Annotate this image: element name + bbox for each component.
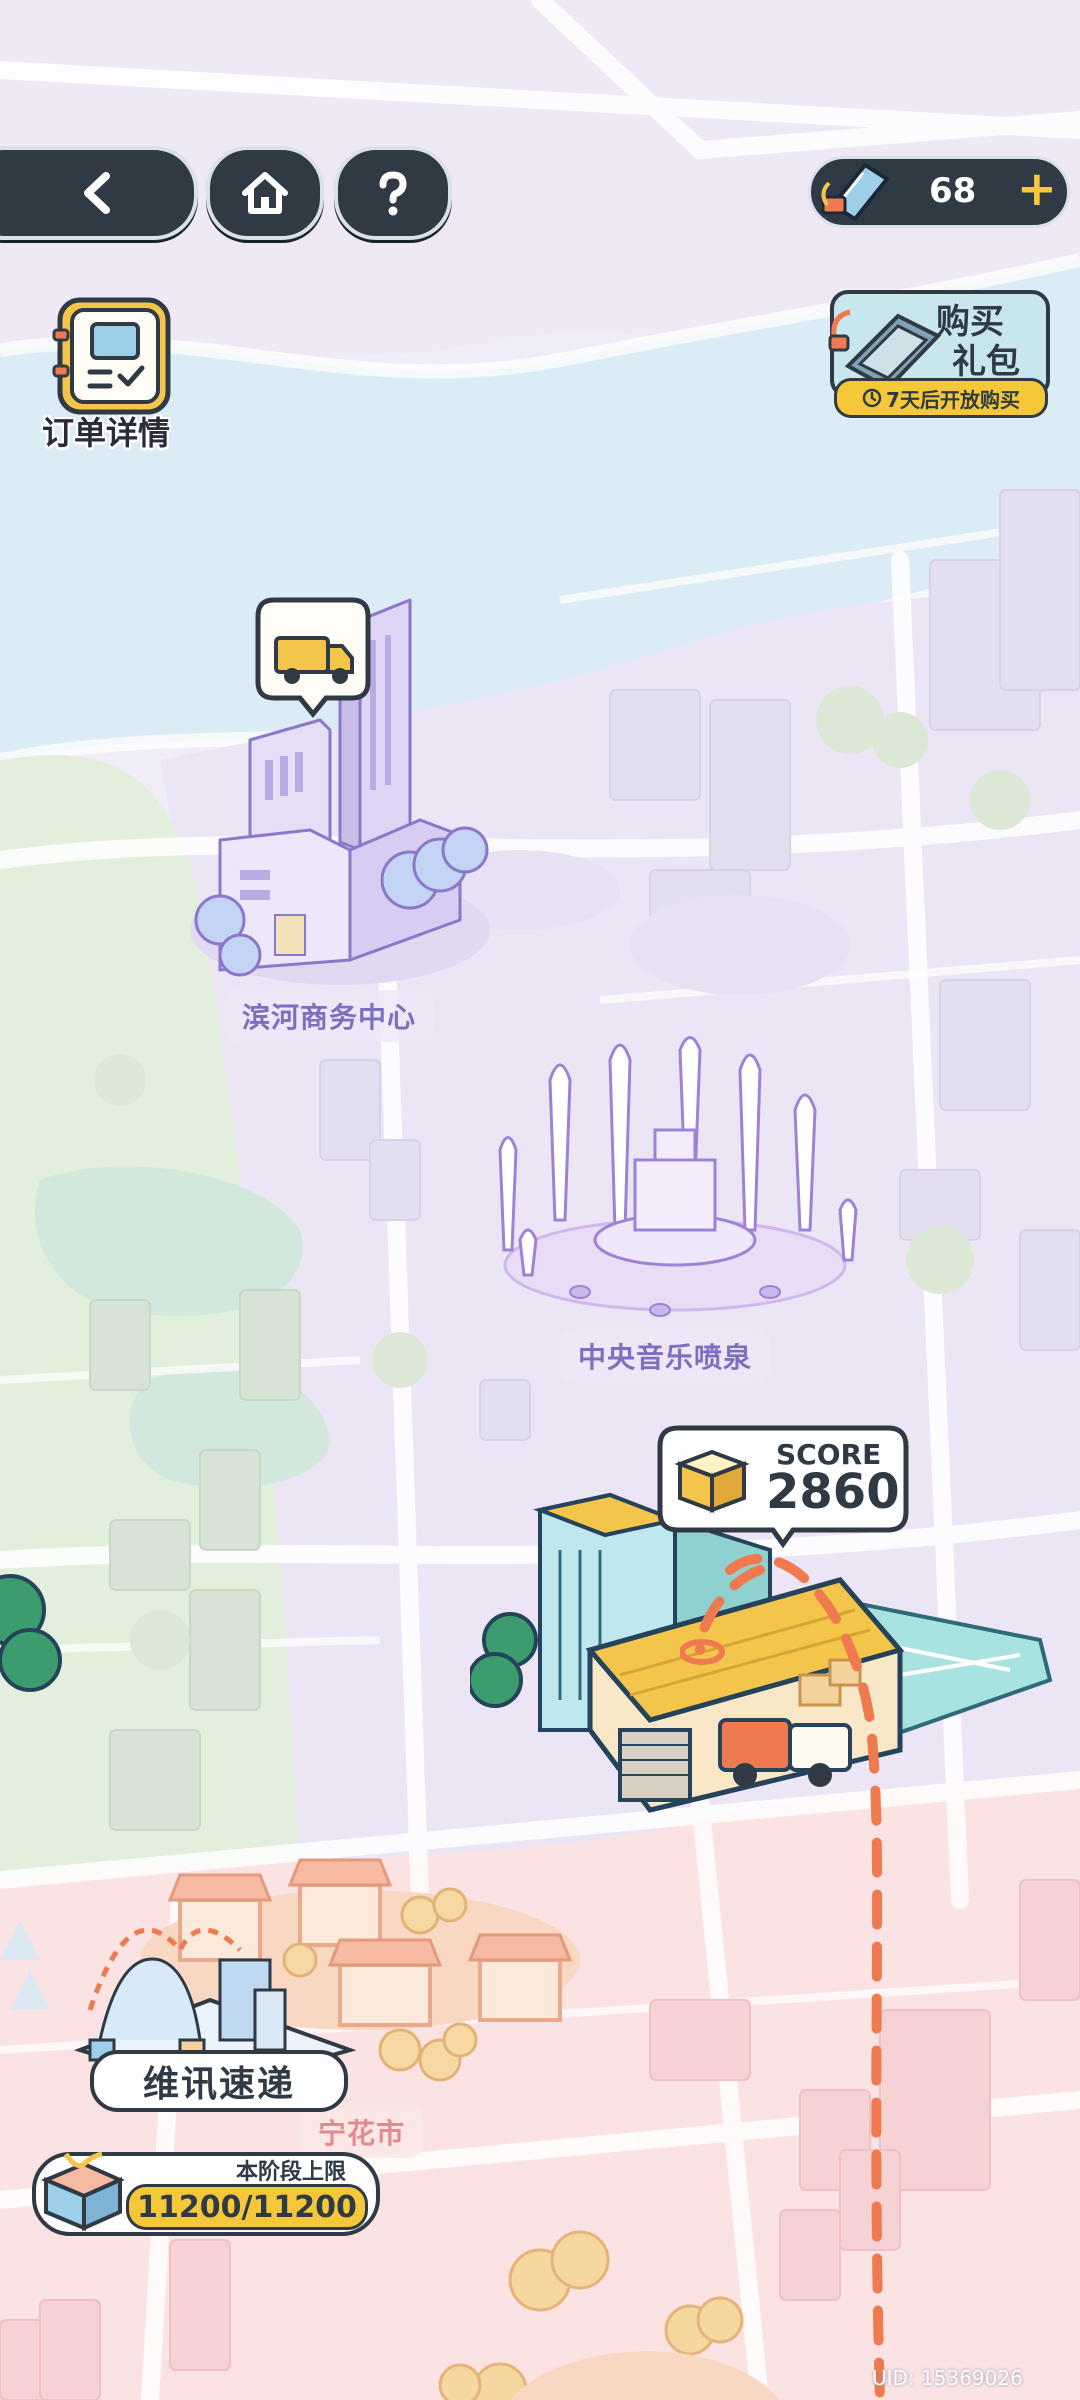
fountain-label: 中央音乐喷泉 (560, 1330, 771, 1382)
gift-pack-button[interactable]: 购买 礼包 7天后开放购买 (820, 288, 1052, 418)
order-details-label: 订单详情 (42, 414, 171, 452)
clock-icon (862, 388, 882, 408)
help-button[interactable] (334, 146, 452, 240)
gift-box-icon (40, 2151, 125, 2232)
company-panel[interactable]: 维讯速递 本阶段上限 11200/11200 (30, 1890, 390, 2236)
clipboard-icon (52, 297, 171, 415)
music-fountain[interactable] (470, 1030, 870, 1330)
gift-pack-title-line2: 礼包 (952, 342, 1020, 382)
home-button[interactable] (206, 146, 324, 240)
order-details-button[interactable] (50, 296, 180, 416)
home-icon (242, 172, 288, 214)
stage-progress-bar: 11200/11200 (126, 2184, 368, 2230)
box-icon (674, 1449, 750, 1513)
chevron-left-icon (84, 172, 110, 214)
back-button[interactable] (0, 146, 198, 240)
uid-text: UID: 15369026 (872, 2366, 1023, 2390)
question-icon (379, 171, 407, 216)
truck-icon (255, 597, 371, 718)
currency-add-button[interactable]: + (1017, 161, 1057, 217)
stage-limit-label: 本阶段上限 (235, 2160, 346, 2185)
gift-pack-timer: 7天后开放购买 (834, 378, 1048, 418)
score-value: 2860 (766, 1464, 900, 1520)
business-center-label: 滨河商务中心 (224, 990, 435, 1042)
company-name: 维讯速递 (142, 2064, 295, 2105)
delivery-marker[interactable] (254, 596, 372, 720)
company-name-tag: 维讯速递 (90, 2050, 348, 2112)
gift-pack-timer-text: 7天后开放购买 (886, 387, 1020, 412)
stage-limit-value: 11200/11200 (137, 2189, 357, 2225)
delivery-route (680, 1553, 885, 2400)
currency-counter[interactable]: 68 + (808, 156, 1070, 228)
currency-value: 68 (929, 171, 977, 211)
score-badge[interactable]: SCORE 2860 (656, 1424, 910, 1548)
battery-ticket-icon (821, 162, 890, 222)
